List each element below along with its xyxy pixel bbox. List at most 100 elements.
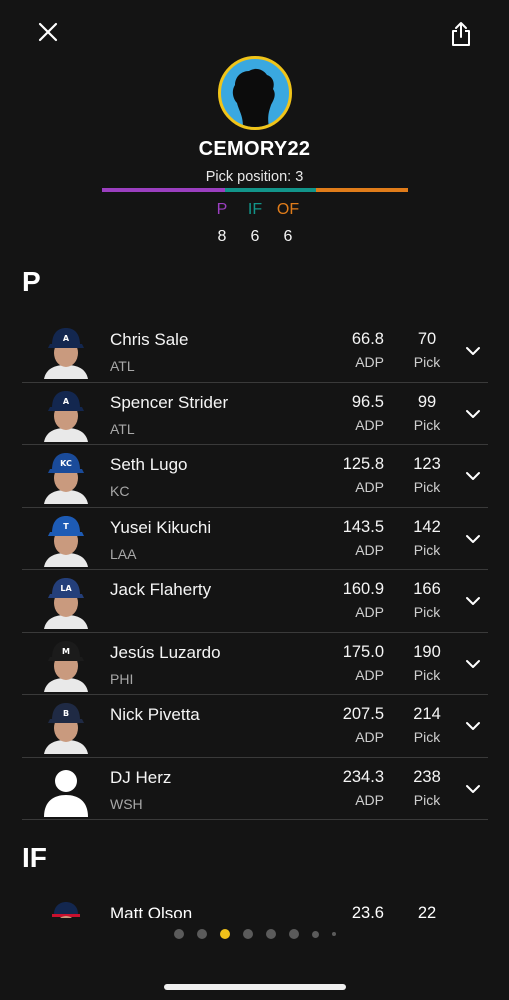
page-dot[interactable] <box>173 929 184 939</box>
player-team: LAA <box>110 545 137 562</box>
table-row[interactable]: T Yusei Kikuchi LAA 143.5 ADP 142 Pick <box>22 508 488 570</box>
svg-text:A: A <box>63 397 70 406</box>
section-title-if: IF <box>22 842 47 873</box>
chevron-down-icon[interactable] <box>464 592 482 610</box>
adp-value: 207.5 <box>342 705 384 723</box>
avatar-silhouette-icon <box>232 68 275 127</box>
player-team: KC <box>110 483 130 499</box>
page-dot[interactable] <box>242 929 253 939</box>
chevron-down-icon[interactable] <box>464 467 482 485</box>
table-row[interactable]: B Nick Pivetta 207.5 ADP 214 Pick <box>22 695 488 758</box>
position-bar-p <box>102 188 225 192</box>
player-name: Jack Flaherty <box>110 580 212 599</box>
adp-label: ADP <box>355 354 384 370</box>
home-indicator[interactable] <box>164 984 346 990</box>
table-row[interactable]: A Chris Sale ATL 66.8 ADP 70 Pick <box>22 320 488 383</box>
player-photo-placeholder-icon <box>40 761 92 817</box>
player-name: Spencer Strider <box>110 392 229 412</box>
player-photo: LA <box>40 573 92 629</box>
chevron-down-icon[interactable] <box>464 342 482 360</box>
pick-value: 214 <box>413 705 441 723</box>
svg-text:T: T <box>63 522 69 531</box>
position-distribution-bar <box>102 188 408 192</box>
close-icon <box>38 22 58 42</box>
username: CEMORY22 <box>198 138 311 160</box>
pick-position: Pick position: 3 <box>205 169 304 185</box>
player-photo: T <box>40 511 92 567</box>
adp-label: ADP <box>355 541 384 558</box>
page-dot[interactable] <box>331 932 336 936</box>
draft-board-screen: CEMORY22 Pick position: 3 P 8 IF 6 OF 6 … <box>0 0 509 1000</box>
close-button[interactable] <box>32 16 64 48</box>
player-name: Jesús Luzardo <box>110 642 221 662</box>
pick-label: Pick <box>413 479 441 495</box>
pick-label: Pick <box>413 541 441 558</box>
page-dot[interactable] <box>288 929 299 939</box>
adp-value: 143.5 <box>342 517 384 536</box>
section-title-p: P <box>22 266 41 297</box>
chevron-down-icon[interactable] <box>464 655 482 673</box>
table-row[interactable]: M Jesús Luzardo PHI 175.0 ADP 190 Pick <box>22 633 488 695</box>
table-row[interactable]: KC Seth Lugo KC 125.8 ADP 123 Pick <box>22 445 488 508</box>
position-bar-if <box>225 188 316 192</box>
svg-text:M: M <box>62 647 70 656</box>
player-name: Chris Sale <box>110 330 189 349</box>
player-name: DJ Herz <box>110 767 172 787</box>
pick-value: 70 <box>417 330 437 348</box>
pick-label: Pick <box>413 604 441 620</box>
position-bar-of <box>316 188 408 192</box>
page-dot[interactable] <box>196 929 207 939</box>
adp-label: ADP <box>355 604 384 620</box>
pick-value: 99 <box>417 392 437 411</box>
player-team: ATL <box>110 420 135 437</box>
adp-value: 23.6 <box>351 904 384 918</box>
chevron-down-icon[interactable] <box>464 530 482 548</box>
pick-value: 238 <box>413 767 441 786</box>
player-team: PHI <box>110 670 134 687</box>
pick-label: Pick <box>413 416 441 433</box>
position-label: OF <box>276 201 300 218</box>
share-button[interactable] <box>445 16 477 52</box>
svg-text:LA: LA <box>60 584 72 593</box>
player-team: WSH <box>110 795 143 812</box>
adp-label: ADP <box>355 791 384 808</box>
player-photo: KC <box>40 448 92 504</box>
chevron-down-icon[interactable] <box>464 405 482 423</box>
player-name: Seth Lugo <box>110 455 188 474</box>
adp-label: ADP <box>355 416 384 433</box>
page-dot[interactable] <box>311 930 319 938</box>
adp-value: 96.5 <box>351 392 384 411</box>
pick-value: 166 <box>413 580 441 598</box>
player-name: Nick Pivetta <box>110 705 200 724</box>
adp-value: 160.9 <box>342 580 384 598</box>
pick-label: Pick <box>413 666 441 683</box>
table-row[interactable]: LA Jack Flaherty 160.9 ADP 166 Pick <box>22 570 488 633</box>
table-row[interactable]: Matt Olson 23.6 22 <box>22 896 488 918</box>
chevron-down-icon[interactable] <box>464 717 482 735</box>
profile-header: CEMORY22 Pick position: 3 <box>0 56 509 185</box>
player-list-p: A Chris Sale ATL 66.8 ADP 70 Pick A Spen… <box>22 320 488 820</box>
svg-text:KC: KC <box>60 459 72 468</box>
position-count: 6 <box>283 228 293 245</box>
page-dot[interactable] <box>219 929 230 939</box>
player-photo: A <box>40 386 92 442</box>
avatar <box>217 56 292 130</box>
page-dot[interactable] <box>265 929 276 939</box>
pick-label: Pick <box>413 729 441 745</box>
player-photo: M <box>40 636 92 692</box>
page-indicator <box>0 928 509 940</box>
table-row[interactable]: DJ Herz WSH 234.3 ADP 238 Pick <box>22 758 488 820</box>
adp-value: 66.8 <box>351 330 384 348</box>
pick-value: 190 <box>413 642 441 661</box>
pick-label: Pick <box>413 791 441 808</box>
adp-label: ADP <box>355 479 384 495</box>
pick-value: 142 <box>413 517 441 536</box>
player-photo: A <box>40 323 92 379</box>
table-row[interactable]: A Spencer Strider ATL 96.5 ADP 99 Pick <box>22 383 488 445</box>
player-photo: B <box>40 698 92 754</box>
chevron-down-icon[interactable] <box>464 780 482 798</box>
adp-label: ADP <box>355 729 384 745</box>
player-photo <box>46 900 86 918</box>
adp-value: 125.8 <box>342 455 384 473</box>
adp-label: ADP <box>355 666 384 683</box>
